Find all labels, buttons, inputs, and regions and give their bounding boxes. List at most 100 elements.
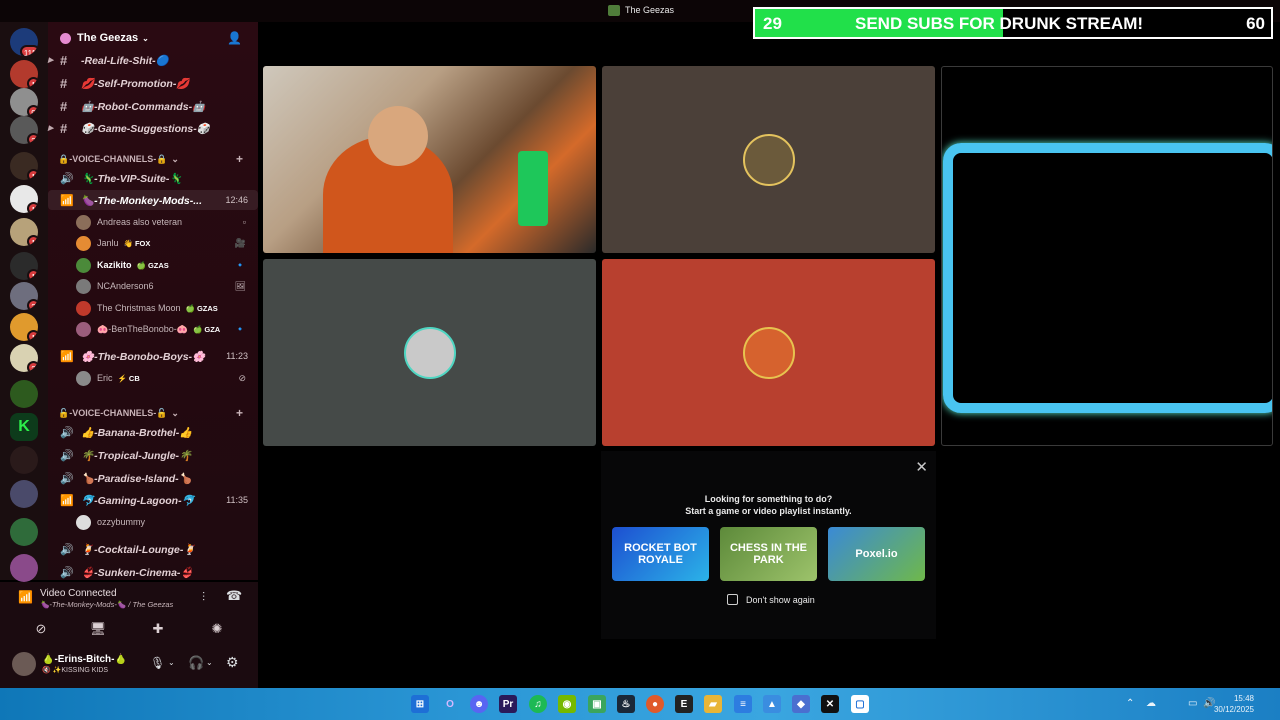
server-icon[interactable] <box>10 518 38 546</box>
spotify-icon[interactable]: ♫ <box>529 695 547 713</box>
server-icon[interactable]: 1 <box>10 252 38 280</box>
game-title: CHESS IN THE PARK <box>729 542 807 566</box>
channel-time: 12:46 <box>225 195 248 205</box>
video-tile-avatar[interactable] <box>263 259 596 446</box>
video-tile-camera[interactable] <box>263 66 596 253</box>
game-chess-in-the-park[interactable]: CHESS IN THE PARK <box>720 527 817 581</box>
display-icon[interactable]: ▭ <box>1188 698 1197 709</box>
category-voice-channels-locked[interactable]: 🔒-VOICE-CHANNELS-🔒 ⌄ + <box>58 152 243 166</box>
server-icon[interactable]: 1 <box>10 185 38 213</box>
game-title: Poxel.io <box>855 548 898 560</box>
server-icon[interactable]: 1 <box>10 313 38 341</box>
server-icon[interactable]: 3 <box>10 116 38 144</box>
notepad-icon[interactable]: ≡ <box>734 695 752 713</box>
voice-channel-cocktail-lounge[interactable]: 🔊 🍹-Cocktail-Lounge-🍹 <box>48 539 258 559</box>
settings-gear-icon[interactable]: ⚙ <box>226 654 239 671</box>
voice-channel-sunken-cinema[interactable]: 🔊 👙-Sunken-Cinema-👙 <box>48 562 258 582</box>
server-icon[interactable] <box>10 446 38 474</box>
microphone-icon[interactable]: 🎙 <box>150 656 165 670</box>
user-tag: ⚡ CB <box>117 373 140 383</box>
video-tile-avatar[interactable] <box>602 66 935 253</box>
noise-suppression-icon[interactable]: ⫶ <box>202 590 205 605</box>
dont-show-checkbox[interactable] <box>727 594 738 605</box>
server-icon[interactable]: 2 <box>10 282 38 310</box>
chevron-down-icon[interactable]: ⌄ <box>206 658 213 667</box>
voice-channel-bonobo-boys[interactable]: 📶 🌸-The-Bonobo-Boys-🌸 11:23 <box>48 346 258 366</box>
game-rocket-bot-royale[interactable]: ROCKET BOT ROYALE <box>612 527 709 581</box>
file-explorer-icon[interactable]: ▰ <box>704 695 722 713</box>
voice-user[interactable]: The Christmas Moon 🍏 GZAS <box>76 298 256 318</box>
headphones-icon[interactable]: 🎧 <box>188 655 204 671</box>
server-icon[interactable]: 9 <box>10 88 38 116</box>
discord-icon[interactable]: ☻ <box>470 695 488 713</box>
voice-channel-paradise-island[interactable]: 🔊 🍗-Paradise-Island-🍗 <box>48 468 258 488</box>
channel-game-suggestions[interactable]: ▶ # 🎲-Game-Suggestions-🎲 <box>48 118 258 138</box>
server-icon[interactable]: 2 <box>10 344 38 372</box>
soundboard-button[interactable]: ✺ <box>192 616 242 642</box>
window-icon <box>608 5 620 16</box>
nvidia-icon[interactable]: ◉ <box>558 695 576 713</box>
chevron-down-icon[interactable]: ⌄ <box>168 658 175 667</box>
activity-icon: 🔹 <box>234 323 246 334</box>
camera-toggle-button[interactable]: ⊘ <box>16 616 66 642</box>
plus-icon[interactable]: + <box>236 152 243 166</box>
badge: 1 <box>27 269 38 280</box>
voice-channel-vip-suite[interactable]: 🔊 🦎-The-VIP-Suite-🦎 <box>48 168 258 188</box>
badge: 1 <box>27 202 38 213</box>
app-icon[interactable]: ▢ <box>851 695 869 713</box>
voice-channel-banana-brothel[interactable]: 🔊 👍-Banana-Brothel-👍 <box>48 422 258 442</box>
badge: 1 <box>27 169 38 180</box>
voice-channel-tropical-jungle[interactable]: 🔊 🌴-Tropical-Jungle-🌴 <box>48 445 258 465</box>
plus-icon[interactable]: + <box>236 406 243 420</box>
channel-robot-commands[interactable]: # 🤖-Robot-Commands-🤖 <box>48 96 258 116</box>
epic-games-icon[interactable]: E <box>675 695 693 713</box>
voice-user[interactable]: ozzybummy <box>76 512 256 532</box>
video-tile-screen[interactable] <box>941 66 1273 446</box>
windows-start-icon[interactable]: ⊞ <box>411 695 429 713</box>
server-icon[interactable]: 1 <box>10 152 38 180</box>
network-icon[interactable]: ☁ <box>1146 698 1156 709</box>
avatar[interactable] <box>12 652 36 676</box>
category-voice-channels-unlocked[interactable]: 🔓-VOICE-CHANNELS-🔓 ⌄ + <box>58 406 243 420</box>
capcut-icon[interactable]: ✕ <box>821 695 839 713</box>
server-flower-icon <box>60 32 71 44</box>
activities-button[interactable]: ✚ <box>133 616 183 642</box>
channel-real-life-shit[interactable]: ▶ # -Real-Life-Shit-🔵 <box>48 50 258 70</box>
voice-user[interactable]: Janlu 👋 FOX 🎥 <box>76 233 256 253</box>
add-friend-icon[interactable]: 👤 <box>227 31 242 45</box>
voice-user[interactable]: 🐽-BenTheBonobo-🐽 🍏 GZA 🔹 <box>76 319 256 339</box>
opera-icon[interactable]: O <box>441 695 459 713</box>
server-icon[interactable]: 1 <box>10 60 38 88</box>
disconnect-icon[interactable]: ☎ <box>226 588 242 604</box>
clock[interactable]: 15:48 30/12/2025 <box>1214 693 1254 715</box>
app-icon[interactable]: ◆ <box>792 695 810 713</box>
server-icon[interactable] <box>10 380 38 408</box>
voice-user[interactable]: Eric ⚡ CB ⊘ <box>76 368 256 388</box>
channel-self-promotion[interactable]: # 💋-Self-Promotion-💋 <box>48 73 258 93</box>
server-icon[interactable] <box>10 480 38 508</box>
steam-icon[interactable]: ♨ <box>617 695 635 713</box>
share-screen-button[interactable]: 🖥 <box>73 616 123 642</box>
kick-server-icon[interactable]: K <box>10 413 38 441</box>
browser-icon[interactable]: ● <box>646 695 664 713</box>
app-icon[interactable]: ▲ <box>763 695 781 713</box>
premiere-icon[interactable]: Pr <box>499 695 517 713</box>
channel-label: 👙-Sunken-Cinema-👙 <box>81 566 194 579</box>
voice-user[interactable]: Andreas also veteran ▫ <box>76 212 256 232</box>
voice-channel-gaming-lagoon[interactable]: 📶 🐬-Gaming-Lagoon-🐬 11:35 <box>48 490 258 510</box>
close-icon[interactable]: ✕ <box>915 458 928 476</box>
chevron-up-icon[interactable]: ⌃ <box>1126 698 1134 709</box>
video-tile-avatar[interactable] <box>602 259 935 446</box>
server-rail: 111 1 9 3 1 1 1 1 2 1 2 K <box>0 22 48 582</box>
voice-user[interactable]: NCAnderson6 🖼 <box>76 276 256 296</box>
game-poxel-io[interactable]: Poxel.io <box>828 527 925 581</box>
app-icon[interactable]: ▣ <box>588 695 606 713</box>
server-icon[interactable] <box>10 554 38 582</box>
user-name: ozzybummy <box>97 517 146 527</box>
avatar <box>76 214 91 230</box>
voice-location[interactable]: 🍆-The-Monkey-Mods-🍆 / The Geezas <box>40 600 173 609</box>
voice-channel-monkey-mods[interactable]: 📶 🍆-The-Monkey-Mods-... 12:46 <box>48 190 258 210</box>
direct-messages-icon[interactable]: 111 <box>10 28 38 56</box>
server-icon[interactable]: 1 <box>10 218 38 246</box>
voice-user[interactable]: Kazikito 🍏 GZAS 🔹 <box>76 255 256 275</box>
